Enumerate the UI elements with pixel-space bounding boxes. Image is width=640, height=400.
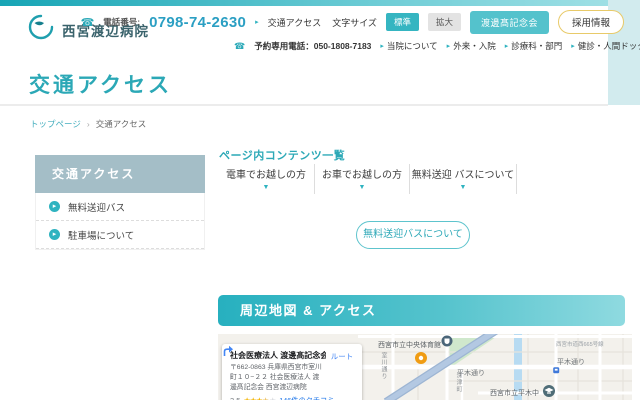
map-card-route[interactable]: ルート <box>223 345 354 400</box>
reserve-phone: 予約専用電話：050-1808-7183 <box>254 41 372 51</box>
map-info-card: 社会医療法人 渡邊髙記念会 ... 〒662-0863 兵庫県西宮市室川町１０−… <box>222 344 362 400</box>
sidebar-access-menu: 交通アクセス ▸ 無料送迎バス ▸ 駐車場について <box>35 155 205 250</box>
circle-arrow-icon: ▸ <box>49 201 60 212</box>
toc-item-label: 無料送迎 バスについて <box>411 170 515 181</box>
fontsize-large-button[interactable]: 拡大 <box>427 13 461 31</box>
sidebar-item-parking[interactable]: ▸ 駐車場について <box>36 221 204 249</box>
nav-item-label: 診療科・部門 <box>511 41 563 51</box>
orange-poi-icon <box>415 352 427 364</box>
phone-label: 電話番号: <box>103 17 141 27</box>
nav-item-about[interactable]: ▸ 当院について <box>380 40 437 52</box>
sidebar-item-label: 駐車場について <box>68 230 135 242</box>
map-label-vertical-road-center: 深津町 <box>455 372 461 393</box>
breadcrumb-home-link[interactable]: トップページ <box>30 118 81 130</box>
map-label-hiraki-right: 平木通り <box>557 357 585 366</box>
nav-item-departments[interactable]: ▸ 診療科・部門 <box>505 40 563 52</box>
nav-item-label: 健診・人間ドック <box>577 41 640 51</box>
map-label-route665: 西宮市道西665号線 <box>556 340 604 348</box>
group-site-button[interactable]: 渡邊髙記念会 <box>469 10 549 34</box>
header-utility-row: ☎ 電話番号: 0798-74-2630 ▸ 交通アクセス 文字サイズ 標準 拡… <box>80 10 624 34</box>
map-card-text: 社会医療法人 渡邊髙記念会 ... 〒662-0863 兵庫県西宮市室川町１０−… <box>230 350 334 400</box>
sidebar-title: 交通アクセス <box>35 155 205 193</box>
rating-stars: ★★★★★ <box>243 396 276 400</box>
chevron-down-icon: ▼ <box>262 184 270 191</box>
gym-poi-icon <box>441 335 453 347</box>
header-nav-row: ☎ 予約専用電話：050-1808-7183 ▸ 当院について ▸ 外来・入院 … <box>234 40 640 52</box>
toc-item-label: お車でお越しの方 <box>322 170 402 181</box>
nav-item-label: 外来・入院 <box>453 41 496 51</box>
sidebar-item-shuttle-bus[interactable]: ▸ 無料送迎バス <box>36 193 204 221</box>
toc-row: 電車でお越しの方 ▼ お車でお越しの方 ▼ 無料送迎 バスについて ▼ <box>218 164 517 194</box>
map-card-rating: 3.5 ★★★★★ 146件のクチコミ <box>230 396 334 400</box>
breadcrumb: トップページ › 交通アクセス <box>30 118 146 130</box>
breadcrumb-current: 交通アクセス <box>95 119 147 129</box>
breadcrumb-separator: › <box>86 119 90 129</box>
phone-number[interactable]: 0798-74-2630 <box>149 14 246 31</box>
phone-icon: ☎ <box>80 16 95 29</box>
nav-item-label: 当院について <box>386 41 438 51</box>
route-label: ルート <box>330 352 354 361</box>
nav-arrow-icon: ▸ <box>504 43 509 50</box>
map-label-school: 西宮市立平木中 <box>490 388 539 397</box>
toc-heading: ページ内コンテンツ一覧 <box>219 150 346 162</box>
reviews-link[interactable]: 146件のクチコミ <box>279 396 334 400</box>
title-divider <box>0 104 608 106</box>
access-link[interactable]: 交通アクセス <box>268 16 322 29</box>
fontsize-label: 文字サイズ <box>332 17 377 28</box>
google-map-embed[interactable]: 西宮市立中央体育館 西宮市道西665号線 平木通り 平木通り 西宮市立平木中 室… <box>218 334 632 400</box>
nav-arrow-icon: ▸ <box>380 43 384 50</box>
hospital-logo-icon <box>28 14 54 45</box>
shuttle-bus-button[interactable]: 無料送迎バスについて <box>356 221 470 249</box>
sidebar-item-label: 無料送迎バス <box>68 202 126 214</box>
toc-item-shuttle[interactable]: 無料送迎 バスについて ▼ <box>410 164 517 194</box>
nav-item-outpatient[interactable]: ▸ 外来・入院 <box>447 40 496 52</box>
page-title: 交通アクセス <box>29 74 172 97</box>
map-card-title: 社会医療法人 渡邊髙記念会 ... <box>230 351 326 360</box>
nav-arrow-icon: ▸ <box>446 43 451 50</box>
map-label-vertical-road-west: 室川通り <box>380 352 386 380</box>
nav-item-checkup[interactable]: ▸ 健診・人間ドック <box>571 40 640 52</box>
school-poi-icon <box>543 385 555 397</box>
toc-item-label: 電車でお越しの方 <box>226 170 306 181</box>
fontsize-standard-button[interactable]: 標準 <box>385 13 419 31</box>
chevron-down-icon: ▼ <box>459 184 467 191</box>
access-link-arrow-icon: ▸ <box>255 19 259 26</box>
top-accent-bar <box>0 0 640 6</box>
map-card-address: 〒662-0863 兵庫県西宮市室川町１０−２２ 社会医療法人 渡邊髙記念会 西… <box>230 364 322 392</box>
map-section-heading: 周辺地図 & アクセス <box>218 295 625 326</box>
recruit-button[interactable]: 採用情報 <box>557 10 624 34</box>
circle-arrow-icon: ▸ <box>49 229 60 240</box>
chevron-down-icon: ▼ <box>358 184 366 191</box>
toc-item-train[interactable]: 電車でお越しの方 ▼ <box>218 164 315 194</box>
bus-stop-icon <box>553 367 560 374</box>
rating-value: 3.5 <box>230 396 240 400</box>
sidebar-body: ▸ 無料送迎バス ▸ 駐車場について <box>35 193 205 250</box>
nav-arrow-icon: ▸ <box>571 43 575 50</box>
map-label-gym: 西宮市立中央体育館 <box>378 340 441 349</box>
toc-item-car[interactable]: お車でお越しの方 ▼ <box>315 164 410 194</box>
reserve-phone-icon: ☎ <box>234 40 246 51</box>
